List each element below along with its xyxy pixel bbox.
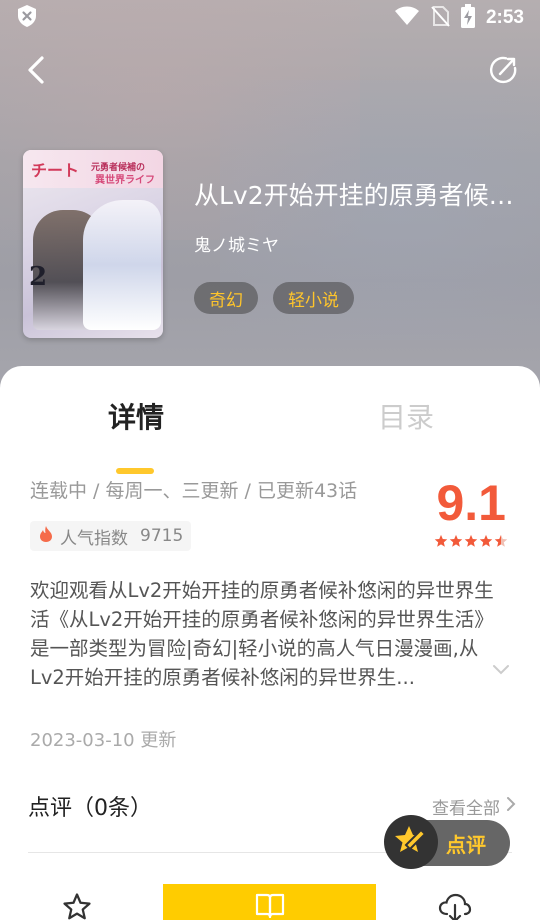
view-all-reviews-link[interactable]: 查看全部 <box>432 794 516 819</box>
cloud-download-icon <box>438 893 472 920</box>
book-author[interactable]: 鬼ノ城ミヤ <box>194 231 279 256</box>
star-half-icon <box>494 534 508 547</box>
write-review-button[interactable]: 点评 <box>384 815 510 869</box>
book-title: 从Lv2开始开挂的原勇者候补悠闲的异世界生活 <box>194 181 514 210</box>
shield-icon <box>16 4 38 32</box>
update-date: 2023-03-10 更新 <box>30 730 177 751</box>
chevron-down-icon[interactable] <box>492 661 510 680</box>
status-time: 2:53 <box>485 7 524 28</box>
favorite-button[interactable] <box>62 892 92 920</box>
back-button[interactable] <box>18 52 54 92</box>
tag-item[interactable]: 轻小说 <box>273 282 354 314</box>
svg-text:元勇者候補の: 元勇者候補の <box>91 161 145 173</box>
share-icon <box>488 54 520 90</box>
tab-detail[interactable]: 详情 <box>108 396 164 436</box>
wifi-icon <box>394 6 420 30</box>
chevron-right-icon <box>506 796 516 817</box>
rating-stars <box>434 534 508 548</box>
star-pen-icon <box>394 823 428 861</box>
svg-text:異世界ライフ: 異世界ライフ <box>95 173 155 186</box>
popularity-badge: 人气指数 9715 <box>30 521 192 551</box>
no-sim-icon <box>430 5 450 31</box>
status-bar: 2:53 <box>0 0 540 36</box>
tab-bar: 详情 目录 <box>0 396 540 474</box>
book-cover[interactable]: チート 元勇者候補の 異世界ライフ 2 <box>23 150 163 338</box>
bottom-action-bar <box>0 884 540 920</box>
star-icon <box>464 534 478 547</box>
tab-indicator <box>116 468 154 474</box>
star-outline-icon <box>62 893 92 920</box>
rating-score: 9.1 <box>436 475 506 531</box>
popularity-value: 9715 <box>140 526 184 546</box>
book-description[interactable]: 欢迎观看从Lv2开始开挂的原勇者候补悠闲的异世界生活《从Lv2开始开挂的原勇者候… <box>30 576 508 692</box>
fire-icon <box>38 525 54 548</box>
download-button[interactable] <box>438 892 472 920</box>
fab-icon-wrap <box>384 815 438 869</box>
tag-item[interactable]: 奇幻 <box>194 282 258 314</box>
tab-toc[interactable]: 目录 <box>378 396 434 436</box>
chevron-left-icon <box>26 55 46 89</box>
star-icon <box>479 534 493 547</box>
star-icon <box>434 534 448 547</box>
fab-label: 点评 <box>446 832 486 857</box>
svg-text:チート: チート <box>31 161 79 180</box>
share-button[interactable] <box>484 52 524 92</box>
star-icon <box>449 534 463 547</box>
read-button[interactable] <box>163 884 376 920</box>
popularity-label: 人气指数 <box>60 528 128 549</box>
book-open-icon <box>255 892 285 920</box>
battery-charging-icon <box>460 4 476 32</box>
cover-volume: 2 <box>29 262 48 292</box>
serial-status: 连载中 / 每周一、三更新 / 已更新43话 <box>30 480 358 502</box>
reviews-title: 点评（0条） <box>28 796 152 821</box>
view-all-label: 查看全部 <box>432 799 500 819</box>
detail-sheet: 详情 目录 连载中 / 每周一、三更新 / 已更新43话 人气指数 9715 9… <box>0 366 540 920</box>
tag-list: 奇幻 轻小说 <box>194 282 354 314</box>
